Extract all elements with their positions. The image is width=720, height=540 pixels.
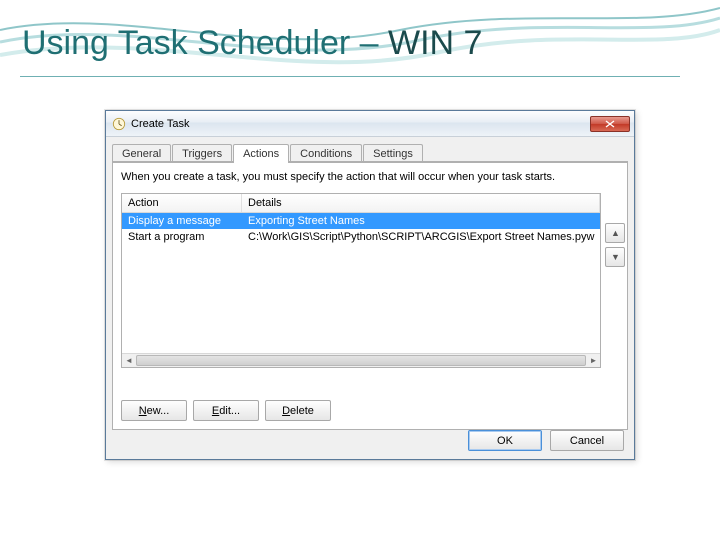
btn-text: dit... (219, 405, 240, 417)
scroll-left-icon[interactable]: ◄ (122, 354, 136, 367)
dialog-footer: OK Cancel (468, 430, 624, 451)
slide-title-underline (20, 76, 680, 77)
btn-text: elete (290, 405, 314, 417)
tabstrip: General Triggers Actions Conditions Sett… (106, 137, 634, 162)
slide-title: Using Task Scheduler – WIN 7 (22, 24, 482, 63)
dialog-title: Create Task (131, 118, 590, 130)
delete-button[interactable]: Delete (265, 400, 331, 421)
move-up-button[interactable]: ▲ (605, 223, 625, 243)
actions-list[interactable]: Action Details Display a message Exporti… (121, 193, 601, 368)
actions-panel: When you create a task, you must specify… (112, 162, 628, 430)
close-button[interactable] (590, 116, 630, 132)
row-details: Exporting Street Names (242, 214, 600, 228)
table-row[interactable]: Display a message Exporting Street Names (122, 213, 600, 229)
tab-actions[interactable]: Actions (233, 144, 289, 163)
actions-hint: When you create a task, you must specify… (121, 171, 619, 183)
ok-button[interactable]: OK (468, 430, 542, 451)
arrow-down-icon: ▼ (611, 252, 620, 262)
slide-title-suffix: WIN 7 (388, 24, 482, 62)
btn-mnemonic: D (282, 405, 290, 417)
actions-columns: Action Details (122, 194, 600, 213)
btn-mnemonic: E (212, 405, 219, 417)
row-action: Start a program (122, 230, 242, 244)
task-scheduler-icon (112, 117, 126, 131)
scroll-thumb[interactable] (136, 355, 586, 366)
table-row[interactable]: Start a program C:\Work\GIS\Script\Pytho… (122, 229, 600, 245)
scroll-right-icon[interactable]: ► (586, 354, 600, 367)
btn-mnemonic: N (139, 405, 147, 417)
new-button[interactable]: New... (121, 400, 187, 421)
arrow-up-icon: ▲ (611, 228, 620, 238)
move-down-button[interactable]: ▼ (605, 247, 625, 267)
row-details: C:\Work\GIS\Script\Python\SCRIPT\ARCGIS\… (242, 230, 600, 244)
row-action: Display a message (122, 214, 242, 228)
edit-button[interactable]: Edit... (193, 400, 259, 421)
titlebar: Create Task (106, 111, 634, 137)
close-icon (605, 120, 615, 128)
reorder-buttons: ▲ ▼ (601, 193, 627, 368)
cancel-button[interactable]: Cancel (550, 430, 624, 451)
slide-title-text: Using Task Scheduler – (22, 24, 388, 62)
horizontal-scrollbar[interactable]: ◄ ► (122, 353, 600, 367)
panel-buttons: New... Edit... Delete (121, 400, 331, 421)
create-task-dialog: Create Task General Triggers Actions Con… (105, 110, 635, 460)
btn-text: ew... (147, 405, 170, 417)
col-action[interactable]: Action (122, 194, 242, 212)
col-details[interactable]: Details (242, 194, 600, 212)
